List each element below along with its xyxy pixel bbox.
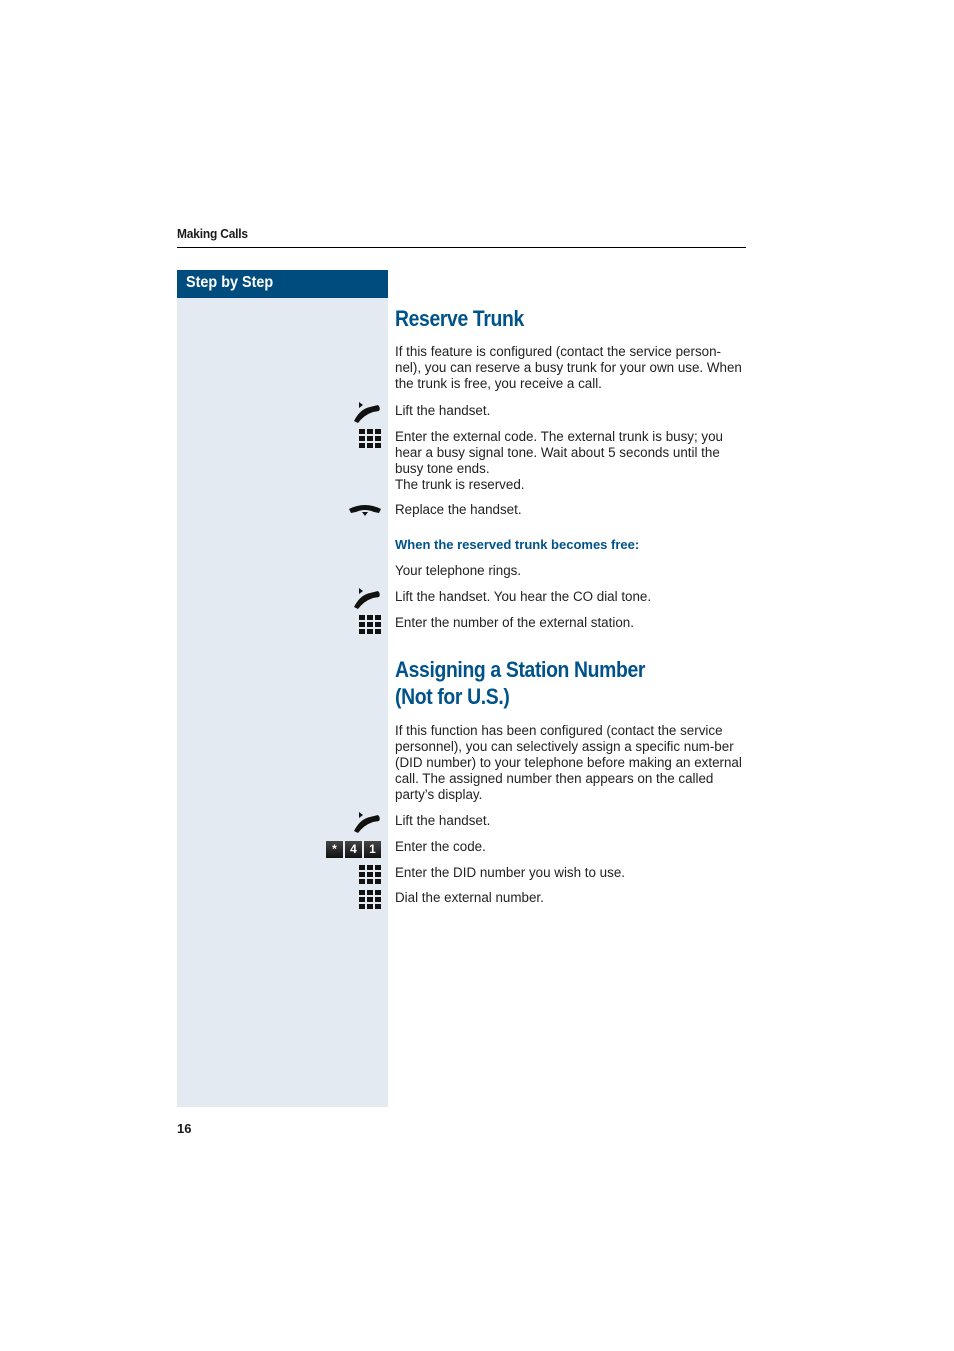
keypad-icon xyxy=(359,429,381,448)
step-text: Enter the external code. The external tr… xyxy=(395,429,724,476)
handset-lift-icon xyxy=(354,402,380,423)
header-rule xyxy=(177,247,746,248)
step-text: Lift the handset. xyxy=(395,813,491,828)
section-title-reserve-trunk: Reserve Trunk xyxy=(395,306,524,331)
key-1: 1 xyxy=(364,841,381,858)
intro-text: If this function has been configured (co… xyxy=(395,723,742,802)
keypad-icon xyxy=(359,615,381,634)
handset-lift-icon xyxy=(354,812,380,833)
step-text: Enter the number of the external station… xyxy=(395,615,634,630)
intro-text: If this feature is configured (contact t… xyxy=(395,344,742,391)
step-by-step-bar: Step by Step xyxy=(177,270,388,298)
step-text: Lift the handset. You hear the CO dial t… xyxy=(395,589,652,604)
section-title-assigning-line2: (Not for U.S.) xyxy=(395,684,510,709)
step-text: Dial the external number. xyxy=(395,890,544,905)
step-text: Enter the code. xyxy=(395,839,486,854)
handset-lift-icon xyxy=(354,588,380,609)
section-title-assigning: Assigning a Station Number xyxy=(395,657,646,682)
key-4: 4 xyxy=(345,841,362,858)
page-number: 16 xyxy=(177,1121,192,1136)
step-text: Your telephone rings. xyxy=(395,563,522,578)
subheading: When the reserved trunk becomes free: xyxy=(395,537,640,552)
step-text: Replace the handset. xyxy=(395,502,522,517)
step-text: Lift the handset. xyxy=(395,403,491,418)
code-keys-icon: * 4 1 xyxy=(326,840,383,858)
step-text: The trunk is reserved. xyxy=(395,477,525,492)
handset-replace-icon xyxy=(349,505,381,516)
key-star: * xyxy=(326,841,343,858)
step-text: Enter the DID number you wish to use. xyxy=(395,865,625,880)
step-by-step-title: Step by Step xyxy=(186,274,274,291)
running-header: Making Calls xyxy=(177,226,248,241)
keypad-icon xyxy=(359,865,381,884)
keypad-icon xyxy=(359,890,381,909)
